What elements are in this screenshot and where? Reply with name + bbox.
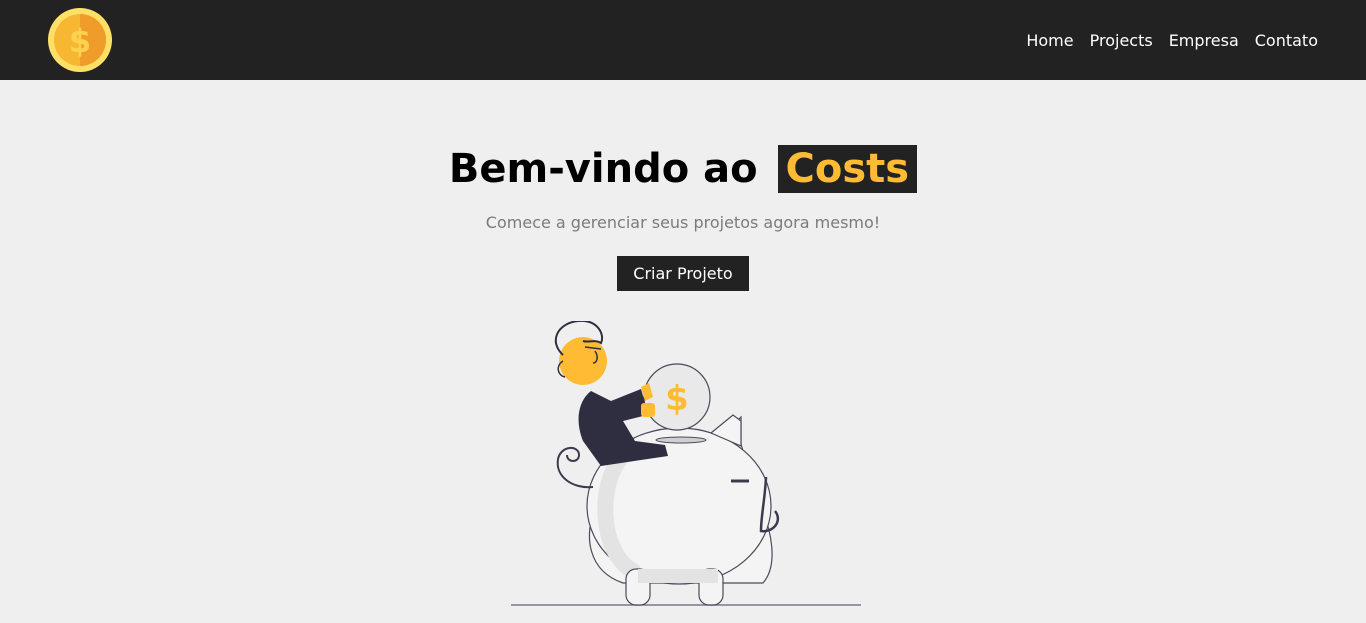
page-title: Bem-vindo ao Costs — [448, 145, 918, 193]
nav-link-projects[interactable]: Projects — [1090, 31, 1153, 50]
dollar-coin-icon[interactable]: $ — [48, 8, 112, 72]
nav-link-home[interactable]: Home — [1026, 31, 1073, 50]
nav-links: Home Projects Empresa Contato — [1010, 31, 1318, 50]
title-brand: Costs — [777, 145, 918, 193]
subtitle: Comece a gerenciar seus projetos agora m… — [485, 213, 881, 232]
svg-text:$: $ — [69, 22, 91, 60]
hero-section: Bem-vindo ao Costs Comece a gerenciar se… — [0, 80, 1366, 611]
create-project-button[interactable]: Criar Projeto — [617, 256, 749, 291]
title-prefix: Bem-vindo ao — [448, 146, 758, 192]
coin-symbol: $ — [665, 379, 689, 419]
piggy-bank-savings-illustration: $ — [511, 321, 861, 606]
nav-link-empresa[interactable]: Empresa — [1169, 31, 1239, 50]
navbar: $ Home Projects Empresa Contato — [0, 0, 1366, 80]
nav-link-contato[interactable]: Contato — [1255, 31, 1318, 50]
